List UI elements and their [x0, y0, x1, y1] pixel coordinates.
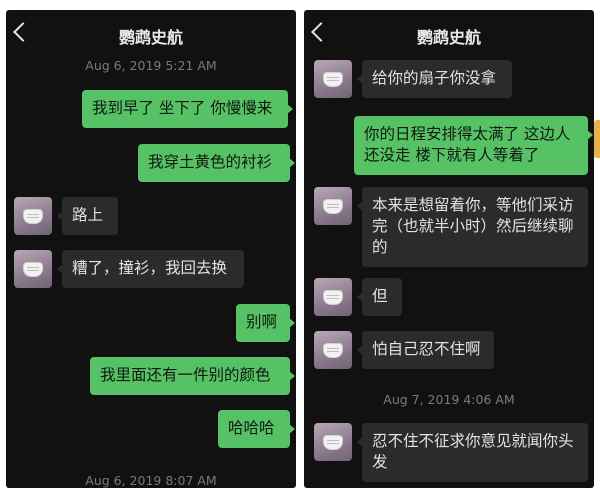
message-received[interactable]: 路上 [57, 197, 118, 235]
contact-avatar[interactable] [14, 250, 52, 288]
edge-accent [594, 120, 600, 158]
contact-avatar[interactable] [314, 423, 352, 461]
chat-title: 鹦鹉史航 [416, 28, 481, 47]
mask-icon [324, 200, 342, 213]
mask-icon [324, 73, 342, 86]
timestamp: Aug 6, 2019 8:07 AM [85, 473, 217, 488]
mask-icon [24, 210, 42, 223]
message-sent[interactable]: 我穿土黄色的衬衫 [138, 144, 295, 182]
message-received[interactable]: 本来是想留着你，等他们采访完（也就半小时）然后继续聊的 [357, 187, 588, 267]
message-sent[interactable]: 你的日程安排得太满了 这边人还没走 楼下就有人等着了 [354, 116, 593, 175]
timestamp: Aug 7, 2019 4:06 AM [383, 392, 515, 407]
message-received[interactable]: 给你的扇子你没拿 [357, 60, 512, 98]
message-sent[interactable]: 我到早了 坐下了 你慢慢来 [82, 90, 293, 128]
message-received[interactable]: 忍不住不征求你意见就闻你头发 [357, 423, 588, 482]
chat-title: 鹦鹉史航 [118, 28, 183, 47]
mask-icon [324, 436, 342, 449]
contact-avatar[interactable] [314, 60, 352, 98]
message-sent[interactable]: 哈哈哈 [218, 410, 295, 448]
message-sent[interactable]: 别啊 [236, 304, 295, 342]
contact-avatar[interactable] [314, 187, 352, 225]
message-received[interactable]: 但 [357, 278, 402, 316]
mask-icon [324, 344, 342, 357]
message-received[interactable]: 糟了，撞衫，我回去换 [57, 250, 244, 288]
contact-avatar[interactable] [314, 278, 352, 316]
chat-header: 鹦鹉史航 [304, 10, 594, 58]
message-received[interactable]: 怕自己忍不住啊 [357, 331, 494, 369]
chat-panel-right: 鹦鹉史航 给你的扇子你没拿 你的日程安排得太满了 这边人还没走 楼下就有人等着了… [304, 10, 594, 488]
mask-icon [24, 263, 42, 276]
mask-icon [324, 291, 342, 304]
contact-avatar[interactable] [314, 331, 352, 369]
chat-header: 鹦鹉史航 [6, 10, 296, 58]
contact-avatar[interactable] [14, 197, 52, 235]
message-sent[interactable]: 我里面还有一件别的颜色 [90, 357, 295, 395]
timestamp: Aug 6, 2019 5:21 AM [85, 58, 217, 73]
chat-panel-left: 鹦鹉史航 Aug 6, 2019 5:21 AM 我到早了 坐下了 你慢慢来 我… [6, 10, 296, 488]
